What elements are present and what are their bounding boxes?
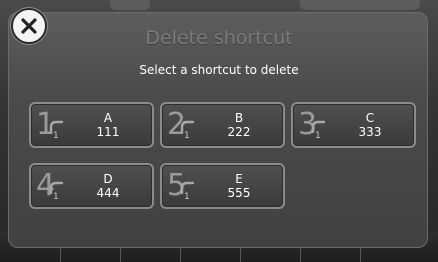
shortcut-contact-name: C — [365, 111, 375, 125]
shortcut-button-4[interactable]: 4 1 D 444 — [29, 163, 154, 209]
shortcut-contact-number: 555 — [227, 186, 251, 200]
dialog-instruction: Select a shortcut to delete — [139, 63, 299, 77]
shortcut-sub-index: 1 — [315, 131, 321, 141]
shortcut-sub-index: 1 — [53, 131, 59, 141]
shortcut-contact-number: 333 — [358, 125, 382, 139]
shortcut-contact-number: 444 — [96, 186, 120, 200]
shortcut-contact-name: D — [103, 172, 113, 186]
shortcut-contact-name: B — [234, 111, 244, 125]
shortcut-button-3[interactable]: 3 1 C 333 — [291, 102, 416, 148]
shortcut-contact-name: A — [103, 111, 113, 125]
top-tab-right — [300, 0, 420, 10]
shortcut-sub-index: 1 — [184, 131, 190, 141]
shortcut-contact-number: 111 — [96, 125, 120, 139]
shortcut-contact-number: 222 — [227, 125, 251, 139]
dialog-title: Delete shortcut — [145, 27, 293, 49]
shortcut-sub-index: 1 — [184, 192, 190, 202]
shortcut-contact-name: E — [235, 172, 243, 186]
shortcut-sub-index: 1 — [53, 192, 59, 202]
top-tab-left — [110, 0, 150, 10]
shortcut-button-5[interactable]: 5 1 E 555 — [160, 163, 285, 209]
shortcut-button-1[interactable]: 1 1 A 111 — [29, 102, 154, 148]
shortcut-button-2[interactable]: 2 1 B 222 — [160, 102, 285, 148]
